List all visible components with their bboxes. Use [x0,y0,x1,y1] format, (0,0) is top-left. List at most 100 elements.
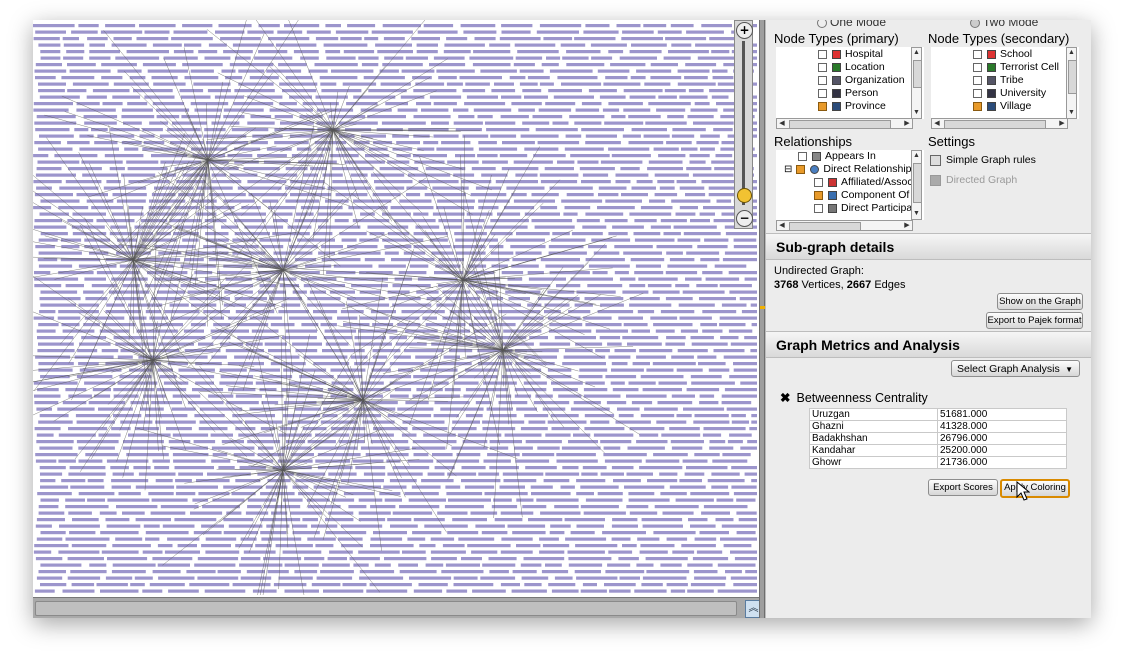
relationships-hscroll[interactable]: ◀ ▶ [776,220,913,231]
node-type-item[interactable]: Village [973,100,1031,113]
primary-list-hscroll[interactable]: ◀ ▶ [776,118,913,129]
scrollbar-thumb[interactable] [913,60,922,88]
two-mode-radio[interactable]: Two Mode [970,20,1038,29]
node-type-item[interactable]: School [973,48,1032,61]
zoom-in-icon[interactable]: + [736,22,753,39]
checkbox-icon[interactable] [818,62,827,72]
subgraph-details-header[interactable]: Sub-graph details [766,233,1091,260]
zoom-control[interactable]: + − [734,20,753,229]
network-graph-canvas[interactable]: + − [33,20,757,595]
node-label-bar [561,199,603,203]
graph-horizontal-scrollbar[interactable] [33,597,759,618]
table-row[interactable]: Ghazni 41328.000 [809,420,1067,433]
node-type-item[interactable]: Terrorist Cell [973,61,1059,74]
table-row[interactable]: Badakhshan 26796.000 [809,432,1067,445]
zoom-slider-handle[interactable] [737,188,752,203]
scroll-up-icon[interactable]: ▲ [912,151,921,161]
table-row[interactable]: Kandahar 25200.000 [809,444,1067,457]
node-label-bar [69,531,96,535]
scroll-left-icon[interactable]: ◀ [932,119,942,128]
zoom-out-icon[interactable]: − [736,210,753,227]
graph-edge [239,344,364,401]
checkbox-icon[interactable] [973,75,982,85]
select-graph-analysis-dropdown[interactable]: Select Graph Analysis ▼ [951,360,1080,377]
node-label-bar [595,329,628,333]
node-label-bar [40,56,61,60]
checkbox-icon[interactable] [814,177,823,187]
scrollbar-thumb[interactable] [789,222,861,231]
relationship-item[interactable]: ⊟ Direct Relationship [784,163,912,176]
scroll-right-icon[interactable]: ▶ [1057,119,1067,128]
node-type-item[interactable]: Person [818,87,878,100]
node-types-secondary-list[interactable]: School Terrorist Cell Tribe University Villa… [931,47,1079,119]
relationships-tree[interactable]: Appears In ⊟ Direct Relationship Affiliated… [776,150,924,220]
table-row[interactable]: Uruzgan 51681.000 [809,408,1067,421]
scroll-right-icon[interactable]: ▶ [902,119,912,128]
checkbox-icon[interactable] [818,88,827,98]
graph-metrics-header[interactable]: Graph Metrics and Analysis [766,331,1091,358]
show-on-graph-button[interactable]: Show on the Graph [997,293,1083,310]
scroll-right-icon[interactable]: ▶ [902,221,912,230]
primary-list-vscroll[interactable]: ▲ ▼ [911,47,922,119]
scroll-up-icon[interactable]: ▲ [1067,48,1076,58]
checkbox-icon[interactable] [973,62,982,72]
table-row[interactable]: Ghowr 21736.000 [809,456,1067,469]
node-type-item[interactable]: Province [818,100,886,113]
node-label-bar [236,323,269,327]
checked-checkbox-icon[interactable] [818,101,827,111]
node-label-bar [66,50,85,54]
secondary-list-vscroll[interactable]: ▲ ▼ [1066,47,1077,119]
directed-graph-checkbox[interactable]: Directed Graph [930,174,1017,186]
node-types-primary-list[interactable]: Hospital Location Organization Person Provin… [776,47,924,119]
apply-coloring-button[interactable]: Apply Coloring [1000,479,1070,498]
scrollbar-thumb[interactable] [789,120,891,129]
scroll-left-icon[interactable]: ◀ [777,119,787,128]
node-type-item[interactable]: Hospital [818,48,883,61]
node-label-bar [39,310,56,314]
node-type-item[interactable]: Location [818,61,885,74]
close-icon[interactable]: ✖ [780,391,790,405]
scroll-down-icon[interactable]: ▼ [1067,108,1076,118]
collapse-node-icon[interactable]: ⊟ [784,164,792,175]
checked-checkbox-icon[interactable] [814,190,823,200]
secondary-list-hscroll[interactable]: ◀ ▶ [931,118,1068,129]
checkbox-icon[interactable] [814,203,823,213]
checked-checkbox-icon[interactable] [973,101,982,111]
node-label-bar [197,576,239,580]
checkbox-icon[interactable] [973,49,982,59]
graph-visualization[interactable] [33,20,757,595]
checkbox-icon[interactable] [798,151,807,161]
node-type-item[interactable]: University [973,87,1046,100]
checkbox-icon[interactable] [973,88,982,98]
node-label-bar [240,576,272,580]
checkbox-icon[interactable] [818,75,827,85]
scrollbar-thumb[interactable] [35,601,737,616]
relationship-item[interactable]: Component Of [814,189,909,202]
relationship-item[interactable]: Direct Participa [814,202,912,215]
scroll-up-icon[interactable]: ▲ [912,48,921,58]
one-mode-label: One Mode [830,20,887,29]
relationships-vscroll[interactable]: ▲ ▼ [911,150,922,220]
node-type-item[interactable]: Tribe [973,74,1024,87]
checked-checkbox-icon[interactable] [796,164,806,174]
graph-edge [462,243,483,281]
scrollbar-thumb[interactable] [944,120,1046,129]
node-label-bar [664,89,686,93]
relationship-item[interactable]: Appears In [798,150,876,163]
scroll-down-icon[interactable]: ▼ [912,108,921,118]
node-type-item[interactable]: Organization [818,74,905,87]
relationship-label: Component Of [841,189,910,201]
scrollbar-thumb[interactable] [1068,60,1077,94]
simple-graph-rules-checkbox[interactable]: Simple Graph rules [930,154,1036,166]
zoom-track[interactable] [742,41,745,205]
relationship-item[interactable]: Affiliated/Assoc [814,176,913,189]
checkbox-icon[interactable] [818,49,827,59]
node-label-bar [669,427,700,431]
node-label-bar [736,498,756,502]
scrollbar-thumb[interactable] [913,163,922,203]
scroll-left-icon[interactable]: ◀ [777,221,787,230]
one-mode-radio[interactable]: One Mode [817,20,886,29]
scroll-down-icon[interactable]: ▼ [912,209,921,219]
export-scores-button[interactable]: Export Scores [928,479,998,496]
export-pajek-button[interactable]: Export to Pajek format [986,312,1083,329]
